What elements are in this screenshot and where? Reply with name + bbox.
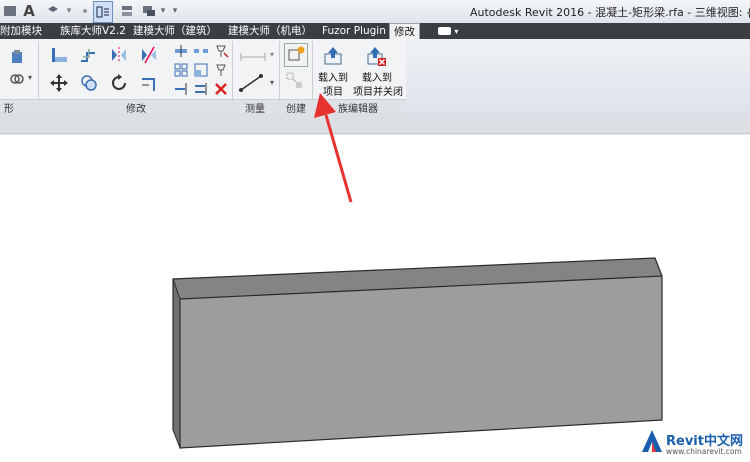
3d-view-canvas[interactable] xyxy=(0,0,750,462)
watermark-url: www.chinarevit.com xyxy=(666,447,742,456)
annotation-arrow xyxy=(314,93,353,203)
revit-logo-icon xyxy=(642,430,662,452)
beam-left-face xyxy=(173,279,180,448)
beam-front-face xyxy=(179,275,663,449)
watermark: Revit中文网 www.chinarevit.com xyxy=(640,428,748,460)
